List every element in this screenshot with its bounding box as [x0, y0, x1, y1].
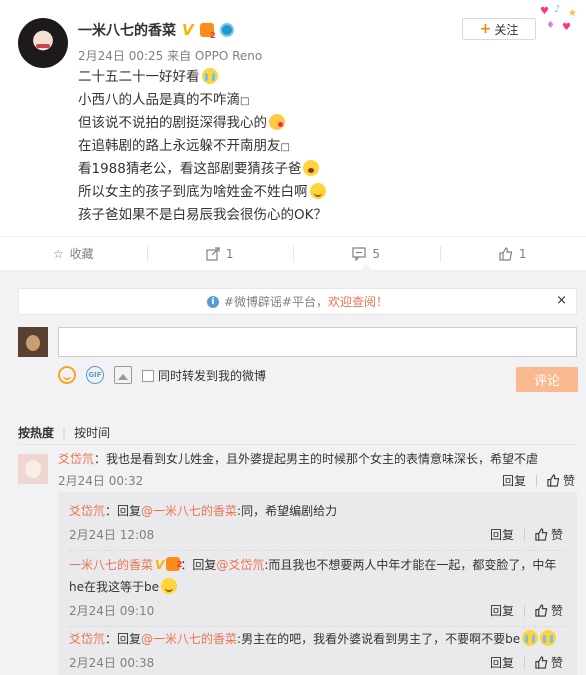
- like-button[interactable]: 1: [439, 237, 586, 270]
- reply-actions: 回复 赞: [490, 602, 563, 619]
- reply-link[interactable]: 回复: [502, 472, 526, 489]
- commenter-avatar[interactable]: [18, 454, 48, 484]
- reply-text: 爻岱氘：回复@一米八七的香菜:同，希望编剧给力: [69, 504, 338, 518]
- comment-area: i #微博辟谣#平台， 欢迎查阅！ × GIF 同时转发到我的微博 评论 按热度…: [0, 270, 586, 675]
- smile-emoji-icon: [161, 578, 177, 594]
- like-link[interactable]: 赞: [547, 472, 575, 489]
- repost-icon: [206, 246, 220, 261]
- star-icon: ☆: [52, 246, 64, 261]
- reply-time: 2月24日 00:38: [69, 656, 155, 670]
- thumbs-up-icon: [535, 656, 548, 669]
- reply-thread: 爻岱氘：回复@一米八七的香菜:同，希望编剧给力 2月24日 12:08 回复 赞…: [58, 492, 577, 675]
- post-line: 看1988猜老公，看这部剧要猜孩子爸: [78, 158, 327, 181]
- kiss-emoji-icon: [269, 114, 285, 130]
- notice-link[interactable]: 欢迎查阅！: [328, 293, 388, 310]
- submit-comment-button[interactable]: 评论: [516, 367, 578, 392]
- post-line: 所以女主的孩子到底为啥姓金不姓白啊: [78, 181, 327, 204]
- divider: [18, 444, 577, 445]
- verified-icon: V: [182, 21, 194, 39]
- post-line: 小西八的人品是真的不咋滴□: [78, 92, 250, 108]
- reply-link[interactable]: 回复: [490, 602, 514, 619]
- card-decoration-icon: ♥ ♪ ★ ♦ ♥: [540, 4, 577, 33]
- sort-time-tab[interactable]: 按时间: [74, 424, 110, 441]
- divider: [69, 626, 566, 627]
- author-avatar[interactable]: [18, 18, 68, 68]
- rumor-notice: i #微博辟谣#平台， 欢迎查阅！ ×: [18, 288, 577, 315]
- author-name[interactable]: 一米八七的香菜: [78, 20, 176, 40]
- reply-time: 2月24日 12:08: [69, 528, 155, 542]
- composer-tools: GIF 同时转发到我的微博: [58, 366, 266, 384]
- post-meta: 2月24日 00:25 来自 OPPO Reno: [78, 49, 263, 63]
- cry-emoji-icon: [540, 630, 557, 646]
- thumbs-up-icon: [535, 528, 548, 541]
- reply-text-cont: he在我这等于be: [69, 578, 177, 596]
- emoji-icon[interactable]: [58, 366, 76, 384]
- member-icon: [199, 23, 216, 40]
- like-link[interactable]: 赞: [535, 602, 563, 619]
- member-icon: [166, 556, 182, 574]
- like-link[interactable]: 赞: [535, 526, 563, 543]
- repost-checkbox[interactable]: 同时转发到我的微博: [142, 367, 266, 384]
- comment-time: 2月24日 00:32: [58, 474, 144, 488]
- follow-button[interactable]: + 关注: [462, 18, 536, 40]
- divider: [69, 550, 566, 551]
- checkbox-icon[interactable]: [142, 369, 154, 382]
- shock-emoji-icon: [303, 160, 320, 176]
- thumbs-up-icon: [499, 246, 513, 261]
- post-header: 一米八七的香菜 V: [78, 20, 234, 40]
- post-body: 二十五二十一好好看 小西八的人品是真的不咋滴□ 但该说不说拍的剧挺深得我心的 在…: [78, 66, 327, 227]
- favorite-button[interactable]: ☆ 收藏: [0, 237, 147, 270]
- cry-emoji-icon: [522, 630, 539, 646]
- cry-emoji-icon: [201, 68, 218, 84]
- reply-user[interactable]: 爻岱氘: [69, 504, 105, 518]
- commenter-name[interactable]: 爻岱氘: [58, 452, 94, 466]
- reply-text: 一米八七的香菜V：回复@爻岱氘:而且我也不想要两人中年才能在一起，都变脸了，中年: [69, 556, 556, 574]
- reply-link[interactable]: 回复: [490, 654, 514, 671]
- weibo-post: 一米八七的香菜 V 2月24日 00:25 来自 OPPO Reno 二十五二十…: [0, 0, 586, 236]
- comment-text: 爻岱氘：我也是看到女儿姓金，且外婆提起男主的时候那个女主的表情意味深长，希望不虐: [58, 452, 539, 466]
- reply-actions: 回复 赞: [490, 526, 563, 543]
- gif-icon[interactable]: GIF: [86, 366, 104, 384]
- my-avatar: [18, 327, 48, 357]
- sort-hot-tab[interactable]: 按热度: [18, 424, 54, 441]
- mention-link[interactable]: @爻岱氘: [216, 558, 264, 572]
- like-link[interactable]: 赞: [535, 654, 563, 671]
- info-icon: i: [206, 295, 219, 308]
- thumbs-up-icon: [535, 604, 548, 617]
- verified-icon: V: [155, 558, 165, 572]
- reply-actions: 回复 赞: [490, 654, 563, 671]
- comment-actions: 回复 赞: [502, 472, 575, 489]
- comment-input[interactable]: [58, 327, 577, 357]
- thumbs-up-icon: [547, 474, 560, 487]
- comment-icon: [352, 246, 367, 261]
- reply-user[interactable]: 爻岱氘: [69, 632, 105, 646]
- close-icon[interactable]: ×: [556, 293, 567, 308]
- image-icon[interactable]: [114, 366, 132, 384]
- mention-link[interactable]: @一米八七的香菜: [141, 632, 237, 646]
- smile-emoji-icon: [309, 183, 326, 199]
- action-bar: ☆ 收藏 1 5 1: [0, 236, 586, 271]
- reply-text: 爻岱氘：回复@一米八七的香菜:男主在的吧，我看外婆说看到男主了，不要啊不要be: [69, 630, 557, 648]
- sort-bar: 按热度 | 按时间: [18, 424, 111, 441]
- post-line: 但该说不说拍的剧挺深得我心的: [78, 112, 327, 135]
- repost-button[interactable]: 1: [146, 237, 294, 270]
- reply-link[interactable]: 回复: [490, 526, 514, 543]
- mention-link[interactable]: @一米八七的香菜: [141, 504, 237, 518]
- reply-time: 2月24日 09:10: [69, 604, 155, 618]
- post-line: 二十五二十一好好看: [78, 66, 327, 89]
- comment-button[interactable]: 5: [293, 237, 440, 271]
- plus-icon: +: [479, 21, 492, 37]
- reply-user[interactable]: 一米八七的香菜: [69, 558, 153, 572]
- globe-icon: [219, 23, 234, 37]
- post-line: 孩子爸如果不是白易辰我会很伤心的OK？: [78, 207, 327, 223]
- post-line: 在追韩剧的路上永远躲不开南朋友□: [78, 138, 290, 154]
